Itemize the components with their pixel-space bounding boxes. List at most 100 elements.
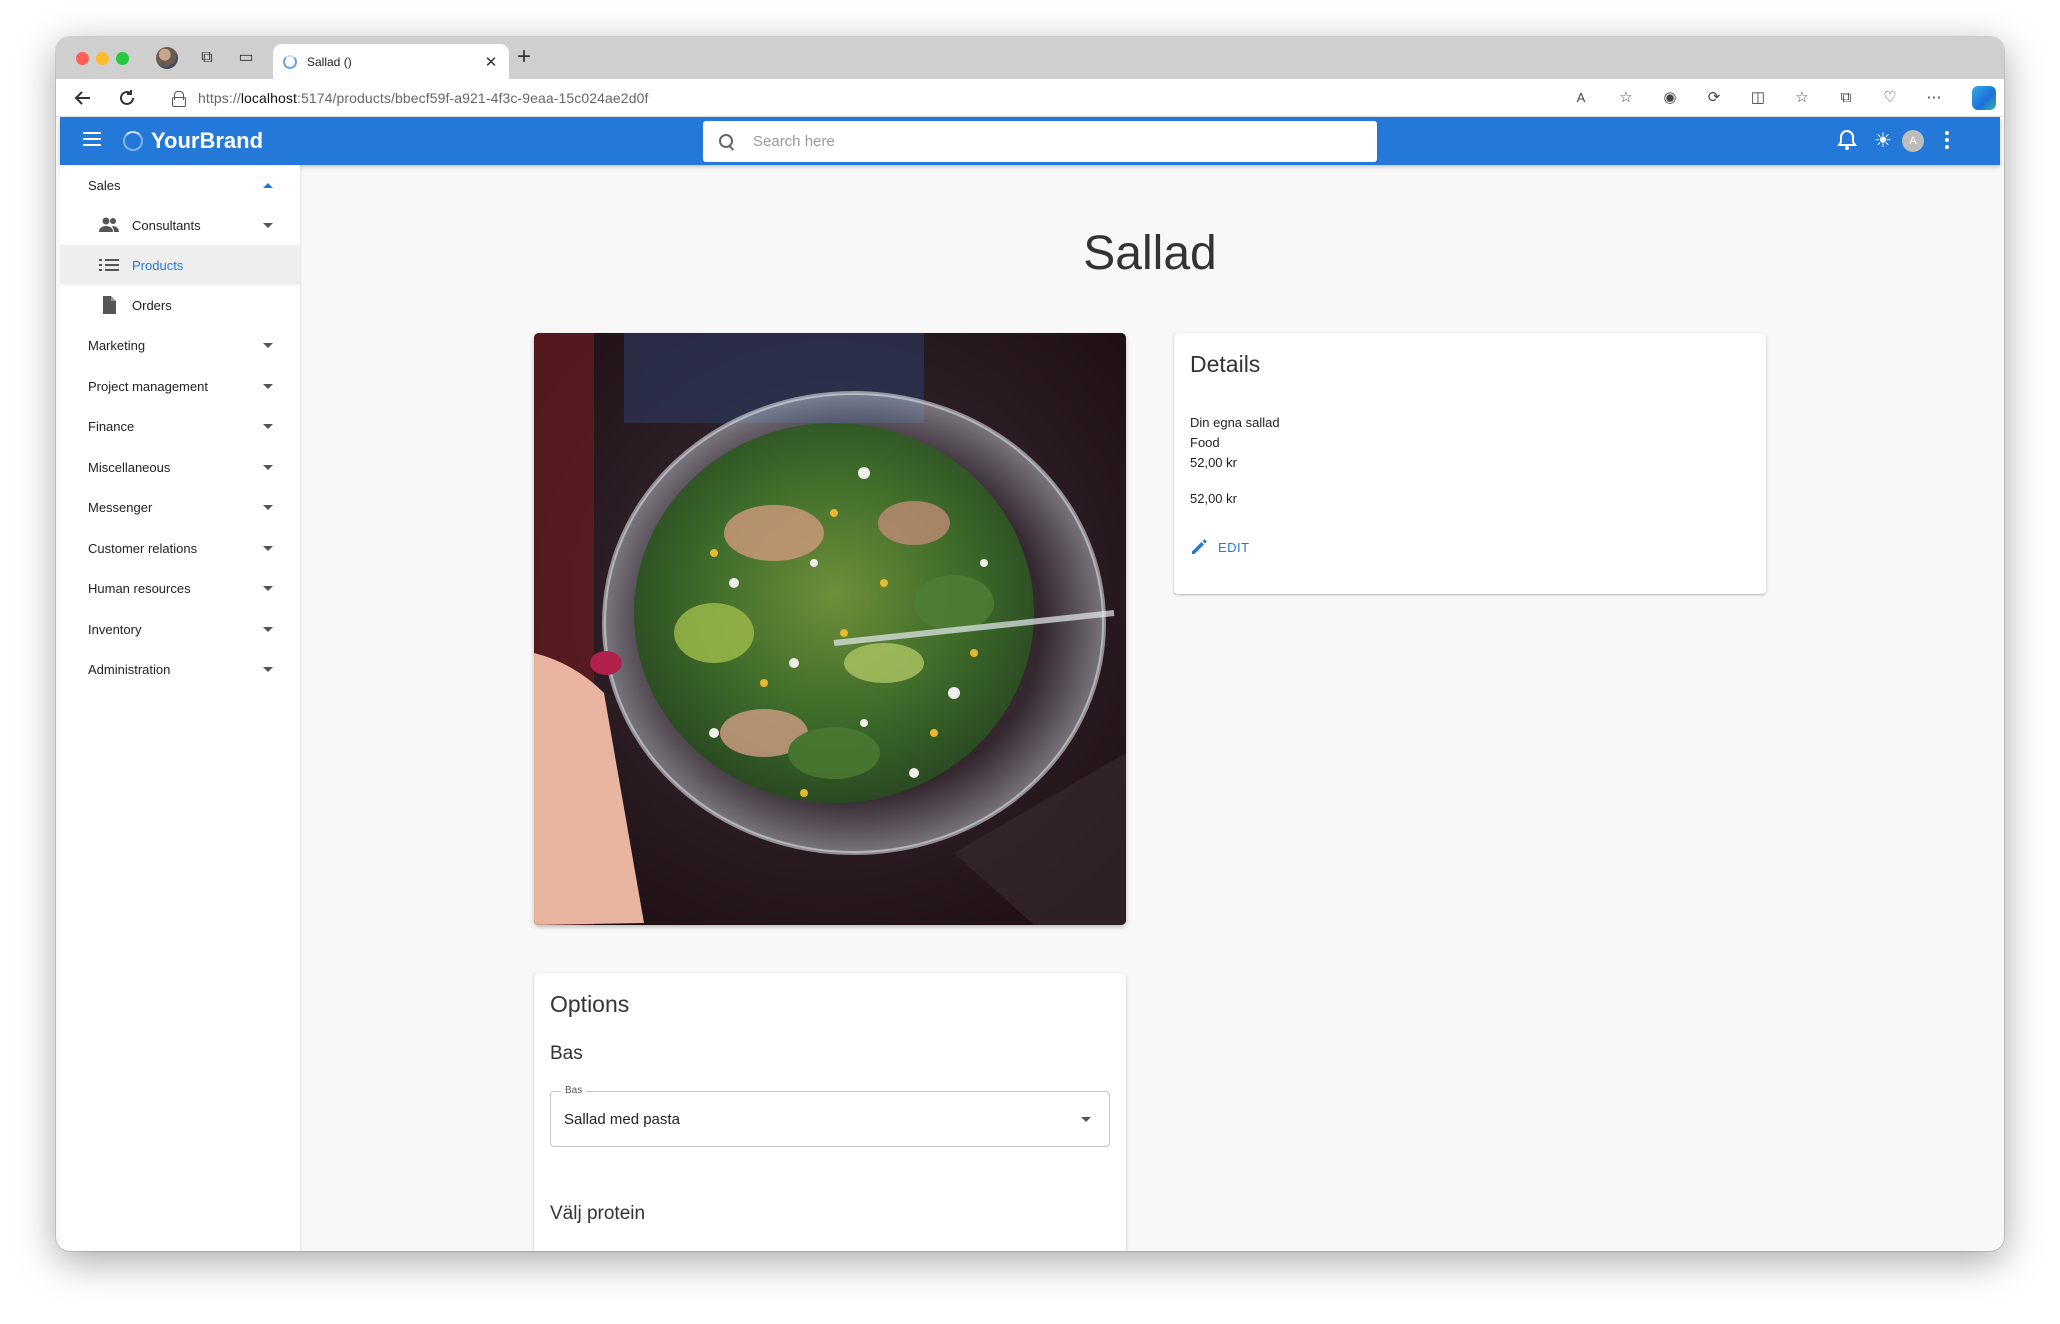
back-arrow-icon[interactable] xyxy=(72,87,94,109)
tab-actions-icon[interactable]: ▭ xyxy=(236,48,256,68)
copilot-icon[interactable] xyxy=(1972,86,1996,110)
product-image xyxy=(534,333,1126,925)
edit-button[interactable]: EDIT xyxy=(1190,538,1250,556)
sidebar-item-messenger[interactable]: Messenger xyxy=(60,487,300,527)
details-card: Details Din egna sallad Food 52,00 kr 52… xyxy=(1174,333,1766,594)
search-icon xyxy=(719,133,735,150)
sidebar-item-label: Products xyxy=(132,257,184,273)
option-group-title: Välj protein xyxy=(550,1203,646,1224)
reload-icon[interactable] xyxy=(116,87,138,109)
loading-spinner-icon xyxy=(283,54,297,69)
sidebar-item-finance[interactable]: Finance xyxy=(60,406,300,446)
favorites-icon[interactable]: ☆ xyxy=(1792,88,1812,108)
sidebar-item-customer-relations[interactable]: Customer relations xyxy=(60,528,300,568)
options-heading: Options xyxy=(550,991,630,1017)
sidebar-item-project-management[interactable]: Project management xyxy=(60,366,300,406)
sidebar-item-sales[interactable]: Sales xyxy=(60,165,300,205)
sidebar-item-administration[interactable]: Administration xyxy=(60,649,300,689)
sidebar: Sales Consultants Products Orders Market… xyxy=(60,165,300,1251)
profile-avatar-icon[interactable] xyxy=(156,47,178,69)
page-title: Sallad xyxy=(1083,227,1217,280)
sidebar-item-label: Miscellaneous xyxy=(88,459,171,475)
chevron-down-icon xyxy=(263,546,273,551)
chevron-down-icon xyxy=(263,505,273,510)
sidebar-item-human-resources[interactable]: Human resources xyxy=(60,568,300,608)
options-card: Options Bas Bas Sallad med pasta Välj pr… xyxy=(534,973,1126,1251)
hamburger-menu-icon[interactable] xyxy=(83,132,101,146)
maximize-window-button[interactable] xyxy=(116,52,129,65)
option-group-title: Bas xyxy=(550,1043,583,1064)
minimize-window-button[interactable] xyxy=(96,52,109,65)
sidebar-item-label: Sales xyxy=(88,177,121,193)
close-window-button[interactable] xyxy=(76,52,89,65)
list-icon xyxy=(99,259,119,271)
user-avatar[interactable]: A xyxy=(1902,130,1924,152)
chevron-up-icon xyxy=(263,183,273,188)
read-aloud-icon[interactable]: A xyxy=(1571,88,1591,108)
pencil-icon xyxy=(1192,539,1207,554)
browser-tab[interactable]: Sallad () ✕ xyxy=(273,44,509,79)
chevron-down-icon xyxy=(263,586,273,591)
chevron-down-icon xyxy=(263,384,273,389)
notifications-bell-icon[interactable] xyxy=(1835,129,1859,153)
collections-icon[interactable]: ⧉ xyxy=(1836,88,1856,108)
product-price-secondary: 52,00 kr xyxy=(1190,491,1237,506)
sidebar-item-label: Project management xyxy=(88,378,208,394)
chevron-down-icon xyxy=(263,667,273,672)
chevron-down-icon xyxy=(263,343,273,348)
more-options-icon[interactable]: ⋯ xyxy=(1924,88,1944,108)
sidebar-item-label: Administration xyxy=(88,661,171,677)
sidebar-item-label: Finance xyxy=(88,418,135,434)
search-box[interactable] xyxy=(703,121,1377,162)
split-screen-icon[interactable]: ◫ xyxy=(1748,88,1768,108)
brand-name[interactable]: YourBrand xyxy=(151,128,263,154)
lock-icon xyxy=(172,91,186,107)
url-text: https://localhost:5174/products/bbecf59f… xyxy=(198,90,649,106)
select-value: Sallad med pasta xyxy=(564,1111,680,1128)
new-tab-icon[interactable]: + xyxy=(517,45,531,69)
chevron-down-icon xyxy=(1081,1117,1091,1122)
chevron-down-icon xyxy=(263,223,273,228)
sidebar-item-miscellaneous[interactable]: Miscellaneous xyxy=(60,447,300,487)
edit-label: EDIT xyxy=(1218,539,1250,555)
search-input[interactable] xyxy=(753,133,1353,150)
sidebar-item-orders[interactable]: Orders xyxy=(60,285,300,325)
tab-title: Sallad () xyxy=(307,54,352,69)
sidebar-item-label: Customer relations xyxy=(88,540,198,556)
sidebar-item-products[interactable]: Products xyxy=(60,245,300,285)
bas-select[interactable]: Bas Sallad med pasta xyxy=(550,1085,1110,1147)
details-heading: Details xyxy=(1190,351,1261,377)
browser-essentials-icon[interactable]: ♡ xyxy=(1880,88,1900,108)
app-bar: YourBrand ☀ A xyxy=(60,117,2000,165)
sidebar-item-marketing[interactable]: Marketing xyxy=(60,325,300,365)
product-price: 52,00 kr xyxy=(1190,455,1237,470)
sidebar-item-label: Human resources xyxy=(88,580,191,596)
product-category: Food xyxy=(1190,435,1220,450)
sidebar-item-label: Marketing xyxy=(88,337,146,353)
sidebar-item-label: Inventory xyxy=(88,621,142,637)
sidebar-item-label: Orders xyxy=(132,297,172,313)
main-content: Sallad Details Din egna sallad Food 52,0… xyxy=(300,165,2000,1251)
url-field[interactable]: https://localhost:5174/products/bbecf59f… xyxy=(154,84,1648,112)
more-vert-icon[interactable] xyxy=(1945,131,1949,151)
chevron-down-icon xyxy=(263,424,273,429)
sidebar-item-label: Consultants xyxy=(132,217,201,233)
brand-logo-icon xyxy=(123,131,143,151)
extension-shield-icon[interactable]: ◉ xyxy=(1660,88,1680,108)
sidebar-item-inventory[interactable]: Inventory xyxy=(60,609,300,649)
extensions-icon[interactable]: ⟳ xyxy=(1704,88,1724,108)
document-icon xyxy=(103,296,116,314)
people-icon xyxy=(99,217,119,232)
select-label: Bas xyxy=(561,1085,587,1096)
favorite-star-icon[interactable]: ☆ xyxy=(1616,88,1636,108)
product-description: Din egna sallad xyxy=(1190,415,1280,430)
browser-window: ⧉ ▭ Sallad () ✕ + https://localhost:5174… xyxy=(56,37,2004,1251)
sidebar-item-consultants[interactable]: Consultants xyxy=(60,205,300,245)
chevron-down-icon xyxy=(263,465,273,470)
workspaces-icon[interactable]: ⧉ xyxy=(197,48,217,68)
close-tab-icon[interactable]: ✕ xyxy=(483,53,499,71)
theme-toggle-sun-icon[interactable]: ☀ xyxy=(1871,129,1895,153)
chevron-down-icon xyxy=(263,627,273,632)
sidebar-item-label: Messenger xyxy=(88,499,153,515)
tab-strip: ⧉ ▭ Sallad () ✕ + xyxy=(56,37,2004,79)
